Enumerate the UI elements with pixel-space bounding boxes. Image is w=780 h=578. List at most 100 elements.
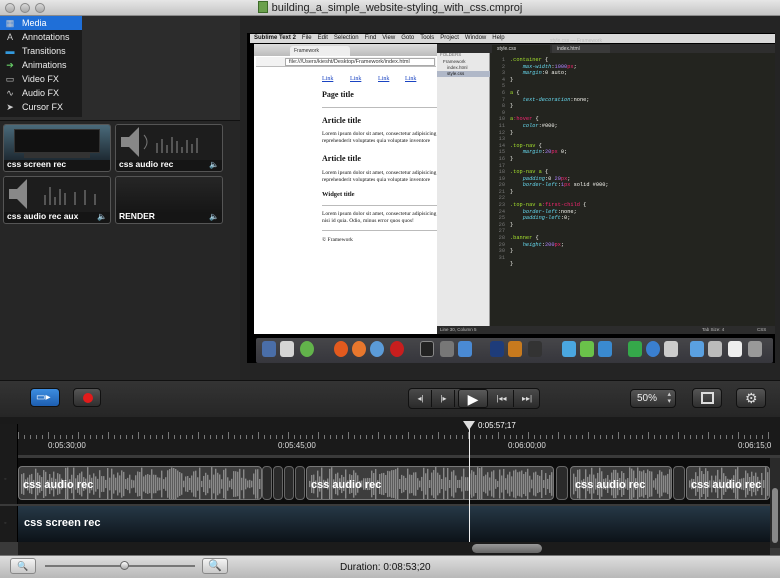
css-code: .container { max-width:1000px; margin:0 … — [510, 57, 609, 268]
step-backward-button[interactable]: ◂| — [410, 390, 432, 407]
browser-url: file:///Users/kiesht/Desktop/Framework/i… — [285, 58, 435, 66]
tab-audio-fx[interactable]: ∿ Audio FX — [0, 86, 82, 100]
vertical-scroll-thumb[interactable] — [772, 488, 778, 543]
skip-forward-icon: ▸▸| — [521, 394, 533, 403]
step-forward-button[interactable]: |▸ — [433, 390, 455, 407]
clip-css-screen-rec[interactable]: css screen rec — [3, 124, 111, 172]
record-icon — [83, 393, 93, 403]
line-numbers: 1 2 3 4 5 6 7 8 9 10 11 12 13 14 15 16 1… — [498, 57, 505, 261]
clip-label: css audio rec — [119, 159, 174, 169]
web-article-text: Lorem ipsum dolor sit amet, consectetur … — [322, 131, 437, 137]
audio-fx-icon: ∿ — [6, 88, 14, 98]
dock-app-icon — [690, 341, 704, 357]
tab-cursor-fx[interactable]: ➤ Cursor FX — [0, 100, 82, 114]
audio-clip-label: css audio rec — [23, 479, 94, 491]
media-icon: ▦ — [5, 18, 15, 28]
play-button[interactable]: ▶ — [458, 389, 488, 408]
editor-window-title: style.css — Framework — [550, 38, 602, 44]
dock-app-icon — [300, 341, 314, 357]
cursor-fx-icon: ➤ — [6, 102, 14, 112]
transition-gap — [262, 466, 306, 500]
audio-clip[interactable]: css audio rec — [686, 466, 770, 500]
clip-render[interactable]: RENDER 🔈 — [115, 176, 223, 224]
zoom-out-button[interactable]: 🔍 — [10, 558, 36, 574]
audio-clip[interactable]: css audio rec — [18, 466, 262, 500]
menubar-item: View — [382, 35, 396, 41]
menubar-item: Selection — [333, 35, 359, 41]
dock-app-icon — [748, 341, 762, 357]
tab-video-fx[interactable]: ▭ Video FX — [0, 72, 82, 86]
record-button[interactable] — [73, 388, 101, 407]
video-clip-label: css screen rec — [24, 517, 101, 529]
crop-icon — [701, 392, 714, 404]
menubar-item: File — [301, 35, 312, 41]
status-language: CSS — [757, 327, 767, 332]
audio-clip[interactable]: css audio rec — [306, 466, 554, 500]
tab-annotations[interactable]: A Annotations — [0, 30, 82, 44]
video-track-clip[interactable]: css screen rec — [18, 506, 770, 542]
crop-button[interactable] — [692, 388, 722, 408]
editor-sidebar: FOLDERS Framework index.html style.css — [437, 44, 490, 334]
ruler-ticks — [18, 432, 769, 439]
tab-transitions[interactable]: ▬ Transitions — [0, 44, 82, 58]
animations-icon: ➔ — [6, 60, 14, 70]
tab-label: Annotations — [22, 32, 70, 42]
speaker-thumbnail — [4, 177, 110, 212]
audio-clip[interactable]: css audio rec — [570, 466, 672, 500]
track-header-2[interactable]: ◦ — [0, 506, 18, 542]
dock-app-icon — [508, 341, 522, 357]
ruler-label: 0:05:30;00 — [48, 441, 86, 450]
web-article-text: Lorem ipsum dolor sit amet, consectetur … — [322, 170, 437, 176]
menubar-item: Find — [364, 35, 377, 41]
transition-gap — [554, 466, 570, 500]
previous-clip-button[interactable]: |◂◂ — [490, 390, 514, 407]
web-article-title: Article title — [322, 154, 361, 163]
dock-app-icon — [580, 341, 594, 357]
clip-css-audio-rec-aux[interactable]: css audio rec aux 🔈 — [3, 176, 111, 224]
zoom-select[interactable]: 50% ▴ ▾ — [630, 389, 676, 408]
folder-item: Framework — [443, 59, 466, 64]
horizontal-scroll-thumb[interactable] — [472, 544, 542, 553]
playhead-handle[interactable] — [463, 421, 475, 430]
record-screen-button[interactable]: ▭▸ — [30, 388, 60, 407]
dock-app-icon — [280, 341, 294, 357]
horizontal-scrollbar[interactable] — [18, 542, 770, 555]
ruler-header — [0, 424, 18, 458]
menubar-item: Tools — [420, 35, 435, 41]
zoom-out-icon: 🔍 — [17, 561, 29, 571]
web-widget-text: nisi id quia. Odio, minus error quos quo… — [322, 218, 414, 224]
tab-animations[interactable]: ➔ Animations — [0, 58, 82, 72]
web-link: Link — [350, 76, 362, 82]
web-link: Link — [322, 76, 334, 82]
zoom-slider-knob[interactable] — [120, 561, 129, 570]
clip-css-audio-rec[interactable]: css audio rec 🔈 — [115, 124, 223, 172]
editor-status-bar: Line 30, Column 5 Tab Size: 4 CSS — [437, 326, 775, 334]
next-clip-button[interactable]: ▸▸| — [515, 390, 539, 407]
zoom-in-button[interactable]: 🔍 — [202, 558, 228, 574]
audio-clip-label: css audio rec — [691, 479, 762, 491]
document-icon — [257, 1, 268, 13]
volume-icon: 🔈 — [209, 160, 219, 169]
web-link: Link — [405, 76, 417, 82]
editor-tab: style.css — [492, 45, 550, 53]
dock-app-icon — [562, 341, 576, 357]
web-page-title: Page title — [322, 90, 354, 99]
volume-icon: 🔈 — [97, 212, 107, 221]
transition-gap — [672, 466, 686, 500]
divider — [322, 205, 437, 206]
dock-app-icon — [646, 341, 660, 357]
vertical-scrollbar[interactable] — [770, 458, 780, 548]
speaker-icon — [121, 127, 198, 157]
menubar-item: Window — [464, 35, 487, 41]
video-fx-icon: ▭ — [5, 74, 15, 84]
playhead-line[interactable] — [469, 424, 470, 546]
transitions-icon: ▬ — [5, 46, 15, 56]
divider — [322, 230, 437, 231]
tab-media[interactable]: ▦ Media — [0, 16, 82, 30]
settings-button[interactable]: ⚙ — [736, 388, 766, 408]
track-header-1[interactable]: ◦ — [0, 458, 18, 504]
clip-label: RENDER — [119, 211, 155, 221]
audio-clip-label: css audio rec — [311, 479, 382, 491]
web-article-text: reprehenderit voluptates quia voluptate … — [322, 177, 431, 183]
annotations-icon: A — [6, 32, 13, 42]
